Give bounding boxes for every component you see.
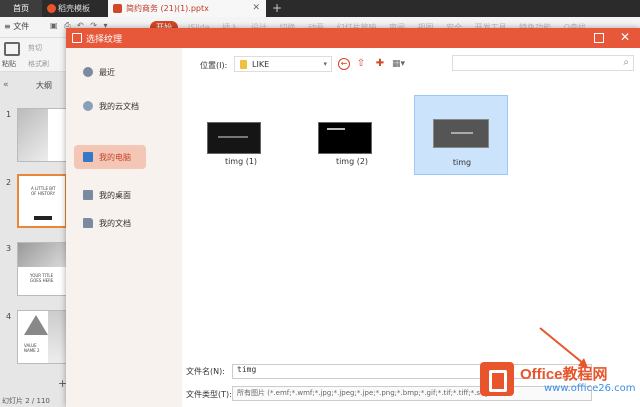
watermark-url: www.office26.com — [544, 383, 636, 394]
watermark-brand: Office教程网 — [520, 366, 608, 383]
watermark: Office教程网 www.office26.com — [474, 354, 640, 404]
office-logo-icon — [480, 362, 514, 396]
annotation-arrow — [539, 327, 588, 368]
